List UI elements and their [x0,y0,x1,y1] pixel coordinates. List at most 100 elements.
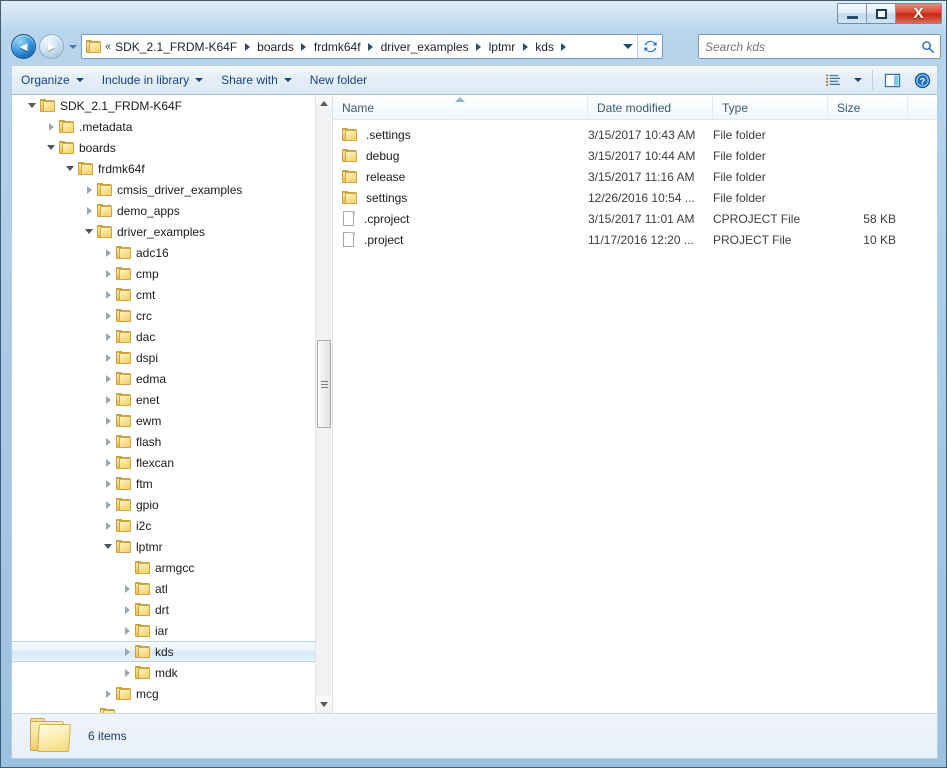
expand-arrow-icon[interactable] [119,581,135,597]
expand-arrow-icon[interactable] [100,476,116,492]
expand-arrow-icon[interactable] [81,182,97,198]
expand-arrow-icon[interactable] [119,623,135,639]
expand-arrow-icon[interactable] [81,203,97,219]
scroll-up-button[interactable] [316,95,332,112]
collapse-arrow-icon[interactable] [81,224,97,240]
table-row[interactable]: .cproject 3/15/2017 11:01 AM CPROJECT File… [333,208,937,229]
maximize-button[interactable] [867,4,896,23]
search-input[interactable] [699,39,916,54]
close-button[interactable]: X [896,4,941,23]
expand-arrow-icon[interactable] [119,644,135,660]
minimize-button[interactable] [838,4,867,23]
expand-arrow-icon[interactable] [100,392,116,408]
tree-item-flexcan[interactable]: flexcan [12,452,315,473]
help-button[interactable]: ? [907,67,937,93]
tree-item-dspi[interactable]: dspi [12,347,315,368]
new-folder-button[interactable]: New folder [301,67,376,93]
include-in-library-button[interactable]: Include in library [93,67,212,93]
refresh-button[interactable] [637,35,662,58]
breadcrumb-item-0[interactable]: SDK_2.1_FRDM-K64F [112,37,240,57]
tree-item-boards[interactable]: boards [12,137,315,158]
tree-item-driver-examples[interactable]: driver_examples [12,221,315,242]
breadcrumb-item-4[interactable]: lptmr [486,37,519,57]
tree-item-partial[interactable] [12,704,315,713]
tree-item-mdk[interactable]: mdk [12,662,315,683]
tree-item-armgcc[interactable]: armgcc [12,557,315,578]
tree-item-gpio[interactable]: gpio [12,494,315,515]
expand-arrow-icon[interactable] [100,308,116,324]
breadcrumb-chevron-5[interactable] [557,42,571,51]
expand-arrow-icon[interactable] [119,602,135,618]
collapse-arrow-icon[interactable] [100,539,116,555]
view-menu-button[interactable] [848,67,868,93]
address-bar[interactable]: « SDK_2.1_FRDM-K64F boards frdmk64f driv… [81,34,663,59]
collapse-arrow-icon[interactable] [62,161,78,177]
tree-item-ewm[interactable]: ewm [12,410,315,431]
column-header-type[interactable]: Type [713,95,828,120]
expand-arrow-icon[interactable] [100,518,116,534]
tree-item-dac[interactable]: dac [12,326,315,347]
expand-arrow-icon[interactable] [100,287,116,303]
tree-item-cmp[interactable]: cmp [12,263,315,284]
table-row[interactable]: settings 12/26/2016 10:54 ... File folder [333,187,937,208]
share-with-button[interactable]: Share with [212,67,301,93]
table-row[interactable]: release 3/15/2017 11:16 AM File folder [333,166,937,187]
organize-button[interactable]: Organize [12,67,93,93]
breadcrumb-chevron-2[interactable] [364,42,378,51]
tree-item-crc[interactable]: crc [12,305,315,326]
tree-item-ftm[interactable]: ftm [12,473,315,494]
expand-arrow-icon[interactable] [100,350,116,366]
recent-pages-button[interactable] [67,41,78,52]
expand-arrow-icon[interactable] [100,266,116,282]
breadcrumb-chevron-3[interactable] [472,42,486,51]
expand-arrow-icon[interactable] [100,245,116,261]
column-header-date[interactable]: Date modified [588,95,713,120]
collapse-arrow-icon[interactable] [43,140,59,156]
expand-arrow-icon[interactable] [100,434,116,450]
tree-item-flash[interactable]: flash [12,431,315,452]
breadcrumb-item-5[interactable]: kds [532,37,557,57]
tree-item-iar[interactable]: iar [12,620,315,641]
tree-item-edma[interactable]: edma [12,368,315,389]
column-header-name[interactable]: Name [333,95,588,120]
table-row[interactable]: .settings 3/15/2017 10:43 AM File folder [333,124,937,145]
table-row[interactable]: .project 11/17/2016 12:20 ... PROJECT File… [333,229,937,250]
back-button[interactable]: ◄ [11,34,36,59]
table-row[interactable]: debug 3/15/2017 10:44 AM File folder [333,145,937,166]
tree-item-mcg[interactable]: mcg [12,683,315,704]
expand-arrow-icon[interactable] [100,371,116,387]
change-view-button[interactable] [818,67,848,93]
breadcrumb-chevron-1[interactable] [297,42,311,51]
expand-arrow-icon[interactable] [119,665,135,681]
breadcrumb-item-1[interactable]: boards [254,37,297,57]
tree-item-adc16[interactable]: adc16 [12,242,315,263]
tree-item-sdk-2-1-frdm-k64f[interactable]: SDK_2.1_FRDM-K64F [12,95,315,116]
tree-item-frdmk64f[interactable]: frdmk64f [12,158,315,179]
tree-item-cmsis-driver-examples[interactable]: cmsis_driver_examples [12,179,315,200]
tree-item-enet[interactable]: enet [12,389,315,410]
expand-arrow-icon[interactable] [100,329,116,345]
expand-arrow-icon[interactable] [43,119,59,135]
search-box[interactable] [698,34,941,59]
breadcrumb-chevron-0[interactable] [240,42,254,51]
tree-item-cmt[interactable]: cmt [12,284,315,305]
preview-pane-button[interactable] [877,67,907,93]
scrollbar-thumb[interactable] [317,340,331,428]
expand-arrow-icon[interactable] [100,686,116,702]
tree-item-atl[interactable]: atl [12,578,315,599]
expand-arrow-icon[interactable] [100,455,116,471]
breadcrumb-item-3[interactable]: driver_examples [378,37,472,57]
column-header-size[interactable]: Size [828,95,908,120]
address-dropdown-button[interactable] [619,35,637,58]
expand-arrow-icon[interactable] [100,413,116,429]
tree-vertical-scrollbar[interactable] [315,95,332,713]
tree-item-drt[interactable]: drt [12,599,315,620]
expand-arrow-icon[interactable] [100,497,116,513]
overflow-chevrons-icon[interactable]: « [105,41,111,53]
tree-item-kds[interactable]: kds [12,641,315,662]
tree-item-lptmr[interactable]: lptmr [12,536,315,557]
search-icon[interactable] [916,40,940,54]
tree-item-i2c[interactable]: i2c [12,515,315,536]
forward-button[interactable]: ► [39,34,64,59]
collapse-arrow-icon[interactable] [24,98,40,114]
